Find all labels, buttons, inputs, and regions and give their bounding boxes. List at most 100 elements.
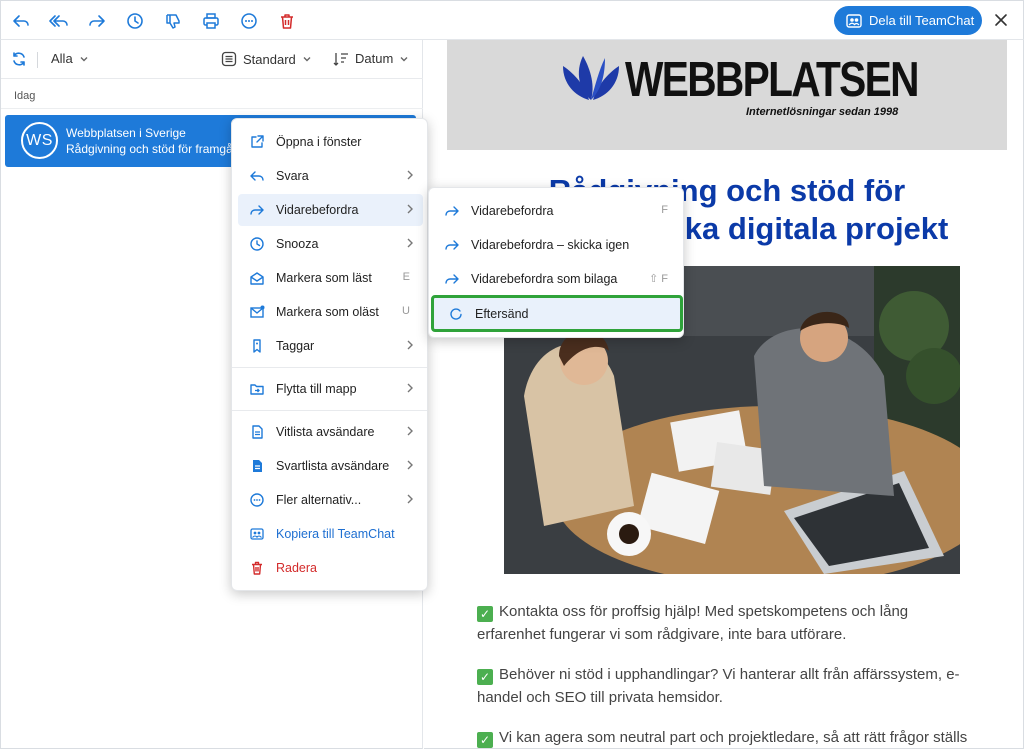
checkmark-icon: ✓ [477, 669, 493, 685]
menu-item-label: Vidarebefordra [276, 203, 359, 217]
menu-item-label: Eftersänd [475, 306, 529, 321]
tag-icon [248, 337, 266, 355]
divider [37, 52, 38, 68]
menu-item-open-window[interactable]: Öppna i fönster [238, 126, 423, 158]
chevron-down-icon [302, 54, 312, 64]
sort-icon [333, 52, 349, 66]
checkmark-icon: ✓ [477, 606, 493, 622]
chevron-right-icon [405, 493, 415, 505]
mail-sender: Webbplatsen i Sverige [66, 126, 186, 140]
print-icon[interactable] [200, 10, 222, 32]
menu-item-label: Vidarebefordra – skicka igen [471, 238, 630, 252]
close-icon[interactable] [991, 10, 1011, 30]
teamchat-icon [248, 525, 266, 543]
shortcut-key: F [661, 204, 668, 216]
chevron-right-icon [405, 339, 415, 351]
menu-item-label: Taggar [276, 339, 315, 353]
menu-item-delete[interactable]: Radera [238, 552, 423, 584]
chevron-right-icon [405, 425, 415, 437]
list-view-icon [221, 51, 237, 67]
share-teamchat-label: Dela till TeamChat [869, 13, 975, 28]
view-dropdown[interactable]: Standard [221, 51, 312, 67]
reply-all-icon[interactable] [48, 10, 70, 32]
reading-pane: WEBBPLATSEN Internetlösningar sedan 1998… [424, 40, 1024, 749]
menu-item-whitelist[interactable]: Vitlista avsändare [238, 416, 423, 448]
shortcut-key: E [402, 271, 410, 283]
menu-item-blacklist[interactable]: Svartlista avsändare [238, 450, 423, 482]
chevron-right-icon [405, 459, 415, 471]
logo-wordmark: WEBBPLATSEN [625, 53, 919, 107]
chevron-right-icon [405, 203, 415, 215]
chevron-down-icon [79, 54, 89, 64]
divider [1, 108, 423, 109]
menu-item-move[interactable]: Flytta till mapp [238, 373, 423, 405]
forward-icon [443, 202, 461, 220]
refresh-icon[interactable] [11, 51, 27, 67]
view-label: Standard [243, 51, 296, 67]
menu-item-label: Kopiera till TeamChat [276, 527, 395, 541]
email-paragraph: ✓ Vi kan agera som neutral part och proje… [477, 726, 977, 748]
more-icon [248, 491, 266, 509]
open-window-icon [248, 133, 266, 151]
menu-item-mark-unread[interactable]: Markera som oläst U [238, 296, 423, 328]
submenu-item-forward-attachment[interactable]: Vidarebefordra som bilaga ⇧ F [433, 263, 681, 295]
toolbar: Dela till TeamChat [0, 0, 1024, 40]
group-label-today: Idag [14, 90, 36, 102]
forward-submenu: Vidarebefordra F Vidarebefordra – skicka… [428, 187, 684, 338]
reply-icon [248, 167, 266, 185]
chevron-right-icon [405, 169, 415, 181]
menu-item-label: Öppna i fönster [276, 135, 362, 149]
email-banner: WEBBPLATSEN Internetlösningar sedan 1998 [447, 40, 1007, 150]
menu-item-label: Fler alternativ... [276, 493, 362, 507]
filter-label: Alla [51, 51, 73, 66]
menu-item-label: Vidarebefordra [471, 204, 554, 218]
avatar: WS [21, 122, 58, 159]
menu-item-reply[interactable]: Svara [238, 160, 423, 192]
submenu-item-forward[interactable]: Vidarebefordra F [433, 195, 681, 227]
menu-item-label: Snooza [276, 237, 319, 251]
menu-item-more[interactable]: Fler alternativ... [238, 484, 423, 516]
menu-item-forward[interactable]: Vidarebefordra [238, 194, 423, 226]
forward-icon[interactable] [86, 10, 108, 32]
menu-item-label: Markera som oläst [276, 305, 379, 319]
logo-tagline: Internetlösningar sedan 1998 [746, 106, 899, 118]
forward-icon [248, 201, 266, 219]
loading-spinner-icon [447, 305, 465, 323]
menu-item-snooze[interactable]: Snooza [238, 228, 423, 260]
clock-icon [248, 235, 266, 253]
menu-item-mark-read[interactable]: Markera som läst E [238, 262, 423, 294]
more-icon[interactable] [238, 10, 260, 32]
filter-dropdown[interactable]: Alla [51, 51, 89, 66]
menu-item-label: Svara [276, 169, 309, 183]
email-paragraph: ✓ Kontakta oss för proffsig hjälp! Med sp… [477, 603, 909, 643]
forward-icon [443, 236, 461, 254]
reply-icon[interactable] [10, 10, 32, 32]
checkmark-icon: ✓ [477, 732, 493, 748]
divider [232, 367, 427, 368]
forward-icon [443, 270, 461, 288]
envelope-icon [248, 303, 266, 321]
logo-leaf-icon [561, 50, 621, 102]
divider [232, 410, 427, 411]
shortcut-key: ⇧ F [649, 273, 668, 285]
submenu-item-redirect[interactable]: Eftersänd [431, 295, 683, 332]
share-teamchat-button[interactable]: Dela till TeamChat [834, 6, 982, 35]
trash-icon[interactable] [276, 10, 298, 32]
folder-move-icon [248, 380, 266, 398]
submenu-item-forward-again[interactable]: Vidarebefordra – skicka igen [433, 229, 681, 261]
menu-item-label: Vitlista avsändare [276, 425, 375, 439]
menu-item-label: Markera som läst [276, 271, 372, 285]
menu-item-tags[interactable]: Taggar [238, 330, 423, 362]
menu-item-label: Vidarebefordra som bilaga [471, 272, 618, 286]
sort-label: Datum [355, 51, 394, 66]
clock-icon[interactable] [124, 10, 146, 32]
chevron-right-icon [405, 382, 415, 394]
email-paragraph: ✓ Behöver ni stöd i upphandlingar? Vi han… [477, 666, 960, 706]
menu-item-label: Svartlista avsändare [276, 459, 390, 473]
document-icon [248, 423, 266, 441]
thumbs-down-icon[interactable] [162, 10, 184, 32]
chevron-right-icon [405, 237, 415, 249]
menu-item-copy-teamchat[interactable]: Kopiera till TeamChat [238, 518, 423, 550]
menu-item-label: Flytta till mapp [276, 382, 357, 396]
sort-dropdown[interactable]: Datum [333, 51, 409, 66]
